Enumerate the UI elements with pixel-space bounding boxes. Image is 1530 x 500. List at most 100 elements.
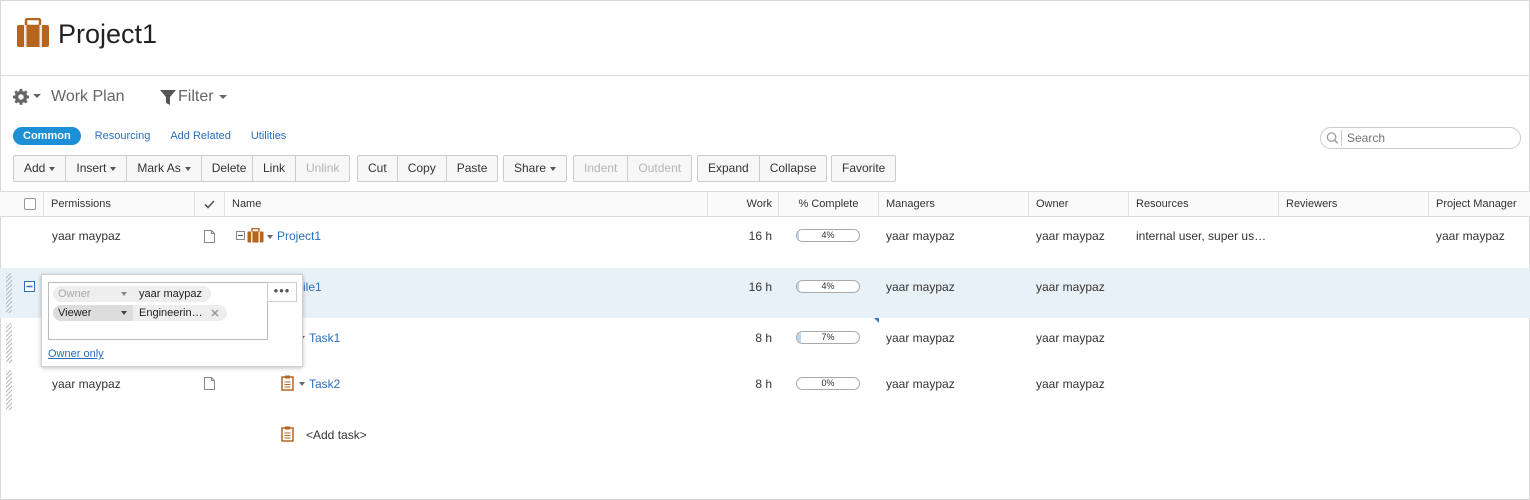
owner-only-link[interactable]: Owner only xyxy=(48,348,104,360)
cut-button[interactable]: Cut xyxy=(358,156,398,181)
more-options-button[interactable]: ••• xyxy=(267,282,297,302)
permissions-editor[interactable]: Owner yaar maypaz Viewer Engineerin… xyxy=(48,282,268,340)
toolbar-group-clipboard: Cut Copy Paste xyxy=(357,155,499,182)
mark-as-label: Mark As xyxy=(137,161,181,175)
resources-cell[interactable]: internal user, super us… xyxy=(1136,229,1274,243)
permissions-cell[interactable]: yaar maypaz xyxy=(52,229,121,243)
progress-label: 4% xyxy=(821,230,835,240)
category-tabs: Common Resourcing Add Related Utilities xyxy=(13,127,296,145)
tab-common[interactable]: Common xyxy=(13,127,81,145)
col-check[interactable] xyxy=(195,192,225,216)
owner-cell[interactable]: yaar maypaz xyxy=(1036,377,1105,391)
row-select-checkbox-icon[interactable] xyxy=(24,281,35,292)
share-button[interactable]: Share xyxy=(504,156,566,181)
delete-button[interactable]: Delete xyxy=(202,156,257,181)
gear-icon[interactable] xyxy=(12,88,30,106)
owner-role-select[interactable]: Owner xyxy=(53,286,133,302)
mark-as-button[interactable]: Mark As xyxy=(127,156,202,181)
link-button[interactable]: Link xyxy=(253,156,297,181)
name-link[interactable]: Task2 xyxy=(309,377,340,391)
work-cell[interactable]: 16 h xyxy=(708,229,772,243)
tab-utilities[interactable]: Utilities xyxy=(241,127,296,145)
owner-value: yaar maypaz xyxy=(139,288,202,300)
add-button[interactable]: Add xyxy=(14,156,67,181)
col-managers[interactable]: Managers xyxy=(879,192,1029,216)
name-link[interactable]: Task1 xyxy=(309,331,340,345)
close-icon[interactable] xyxy=(211,309,219,317)
toolbar-group-share: Share xyxy=(503,155,568,182)
managers-cell[interactable]: yaar maypaz xyxy=(886,331,955,345)
owner-cell[interactable]: yaar maypaz xyxy=(1036,229,1105,243)
expand-button[interactable]: Expand xyxy=(698,156,760,181)
drag-handle[interactable] xyxy=(6,273,12,313)
viewer-value: Engineerin… xyxy=(139,307,203,319)
owner-cell[interactable]: yaar maypaz xyxy=(1036,280,1105,294)
table-row[interactable]: yaar maypaz Task2 8 h 0% yaar maypaz yaa… xyxy=(0,364,1530,412)
progress-bar: 4% xyxy=(796,280,860,293)
chevron-down-icon xyxy=(49,166,56,171)
select-all-cell xyxy=(0,192,44,216)
copy-button[interactable]: Copy xyxy=(398,156,447,181)
document-icon xyxy=(204,230,215,243)
drag-handle[interactable] xyxy=(6,323,12,363)
drag-handle[interactable] xyxy=(6,370,12,410)
progress-label: 0% xyxy=(821,378,835,388)
chevron-down-icon xyxy=(121,292,127,296)
col-permissions[interactable]: Permissions xyxy=(44,192,195,216)
collapse-button[interactable]: Collapse xyxy=(760,156,827,181)
search-input[interactable] xyxy=(1347,130,1517,146)
insert-label: Insert xyxy=(76,161,107,175)
tab-resourcing[interactable]: Resourcing xyxy=(85,127,161,145)
col-project-manager[interactable]: Project Manager xyxy=(1429,192,1530,216)
unlink-button[interactable]: Unlink xyxy=(296,156,349,181)
toolbar-group-indent: Indent Outdent xyxy=(573,155,693,182)
task-clipboard-icon xyxy=(281,375,294,391)
chevron-down-icon[interactable] xyxy=(267,235,273,239)
project-manager-cell[interactable]: yaar maypaz xyxy=(1436,229,1505,243)
managers-cell[interactable]: yaar maypaz xyxy=(886,377,955,391)
toolbar-group-favorite: Favorite xyxy=(831,155,897,182)
document-icon xyxy=(204,377,215,390)
paste-button[interactable]: Paste xyxy=(447,156,498,181)
search-icon xyxy=(1326,130,1342,146)
select-all-checkbox[interactable] xyxy=(24,198,36,210)
add-task-row[interactable]: <Add task> xyxy=(0,418,1530,452)
viewer-role-select[interactable]: Viewer xyxy=(53,305,133,321)
permissions-popup: Owner yaar maypaz Viewer Engineerin… •••… xyxy=(41,274,303,367)
col-work[interactable]: Work xyxy=(708,192,779,216)
owner-entry: Owner yaar maypaz xyxy=(53,286,211,302)
work-cell[interactable]: 8 h xyxy=(708,377,772,391)
indent-button[interactable]: Indent xyxy=(574,156,629,181)
viewer-role-label: Viewer xyxy=(58,307,92,319)
name-link[interactable]: Project1 xyxy=(277,229,321,243)
chevron-down-icon xyxy=(218,95,227,99)
favorite-button[interactable]: Favorite xyxy=(832,156,895,181)
col-name[interactable]: Name xyxy=(225,192,708,216)
owner-cell[interactable]: yaar maypaz xyxy=(1036,331,1105,345)
filter-icon xyxy=(160,89,176,105)
permissions-cell[interactable]: yaar maypaz xyxy=(52,377,121,391)
chevron-down-icon xyxy=(550,166,557,171)
toolbar-group-edit: Add Insert Mark As Delete xyxy=(13,155,258,182)
chevron-down-icon xyxy=(110,166,117,171)
work-cell[interactable]: 8 h xyxy=(708,331,772,345)
outdent-button[interactable]: Outdent xyxy=(628,156,691,181)
col-resources[interactable]: Resources xyxy=(1129,192,1279,216)
toolbar-group-expand: Expand Collapse xyxy=(697,155,828,182)
table-row[interactable]: yaar maypaz Project1 16 h 4% yaar maypaz… xyxy=(0,218,1530,268)
add-task-link[interactable]: <Add task> xyxy=(306,428,367,442)
chevron-down-icon[interactable] xyxy=(33,94,41,98)
col-reviewers[interactable]: Reviewers xyxy=(1279,192,1429,216)
managers-cell[interactable]: yaar maypaz xyxy=(886,229,955,243)
chevron-down-icon[interactable] xyxy=(299,382,305,386)
collapse-toggle-icon[interactable] xyxy=(236,231,245,240)
col-owner[interactable]: Owner xyxy=(1029,192,1129,216)
filter-button[interactable]: Filter xyxy=(160,88,227,106)
managers-cell[interactable]: yaar maypaz xyxy=(886,280,955,294)
tab-add-related[interactable]: Add Related xyxy=(160,127,241,145)
work-cell[interactable]: 16 h xyxy=(708,280,772,294)
progress-label: 7% xyxy=(821,332,835,342)
insert-button[interactable]: Insert xyxy=(66,156,128,181)
col-pct-complete[interactable]: % Complete xyxy=(779,192,879,216)
name-link[interactable]: ile1 xyxy=(303,280,322,294)
